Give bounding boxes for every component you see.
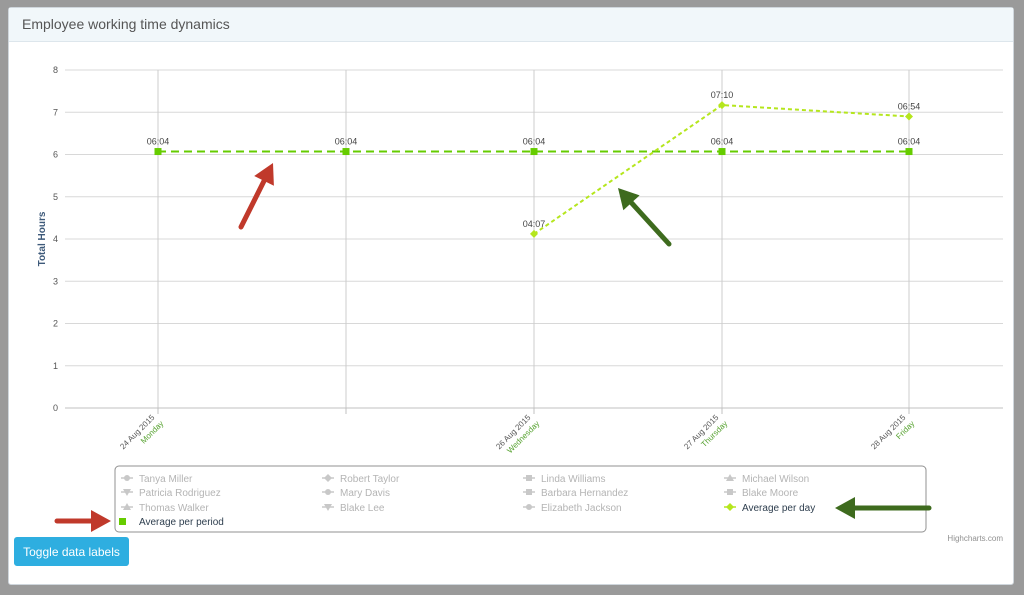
- arrow-head: [91, 510, 111, 532]
- legend-marker: [325, 489, 331, 495]
- y-tick-label: 5: [53, 192, 58, 202]
- legend-marker: [526, 475, 532, 481]
- red-arrow-icon: [238, 163, 274, 230]
- y-tick-label: 1: [53, 361, 58, 371]
- y-tick-label: 8: [53, 65, 58, 75]
- data-label: 06:04: [898, 137, 921, 147]
- legend-label: Michael Wilson: [742, 474, 809, 485]
- legend-marker: [526, 504, 532, 510]
- y-tick-label: 6: [53, 150, 58, 160]
- legend-label: Robert Taylor: [340, 474, 400, 485]
- data-point: [718, 148, 726, 156]
- legend-label: Linda Williams: [541, 474, 605, 485]
- legend-marker: [727, 489, 733, 495]
- y-axis-title: Total Hours: [37, 211, 48, 266]
- legend-label: Thomas Walker: [139, 503, 209, 514]
- y-tick-label: 2: [53, 319, 58, 329]
- y-tick-label: 7: [53, 107, 58, 117]
- data-label: 04:07: [523, 219, 546, 229]
- legend-label: Elizabeth Jackson: [541, 503, 622, 514]
- y-tick-label: 4: [53, 234, 58, 244]
- legend-label: Blake Lee: [340, 503, 385, 514]
- arrow-shaft: [238, 178, 267, 230]
- legend-marker: [526, 489, 532, 495]
- data-point: [530, 148, 538, 156]
- data-label: 07:10: [711, 90, 734, 100]
- data-label: 06:04: [335, 137, 358, 147]
- credits-link[interactable]: Highcharts.com: [947, 534, 1003, 543]
- working-time-chart: 01234567824 Aug 2015Monday 26 Aug 2015Wed…: [37, 65, 1003, 543]
- y-tick-label: 3: [53, 276, 58, 286]
- data-label: 06:04: [147, 137, 170, 147]
- data-point: [905, 148, 913, 156]
- data-label: 06:04: [523, 137, 546, 147]
- toggle-data-labels-button[interactable]: Toggle data labels: [14, 537, 129, 566]
- data-point: [154, 148, 162, 156]
- legend-label: Barbara Hernandez: [541, 488, 628, 499]
- legend-marker: [119, 518, 126, 525]
- arrow-shaft: [628, 200, 672, 247]
- data-label: 06:54: [898, 101, 921, 111]
- data-point: [905, 112, 913, 121]
- data-point: [342, 148, 350, 156]
- red-arrow-icon: [54, 510, 111, 532]
- y-tick-label: 0: [53, 403, 58, 413]
- data-label: 06:04: [711, 137, 734, 147]
- legend-marker: [124, 475, 130, 481]
- legend-label: Average per period: [139, 517, 224, 528]
- legend-label: Patricia Rodriguez: [139, 488, 221, 499]
- legend-label: Blake Moore: [742, 488, 799, 499]
- legend-label: Tanya Miller: [139, 474, 193, 485]
- legend-label: Average per day: [742, 503, 815, 514]
- legend-label: Mary Davis: [340, 488, 390, 499]
- chart-grid: 01234567824 Aug 2015Monday 26 Aug 2015Wed…: [53, 65, 1003, 455]
